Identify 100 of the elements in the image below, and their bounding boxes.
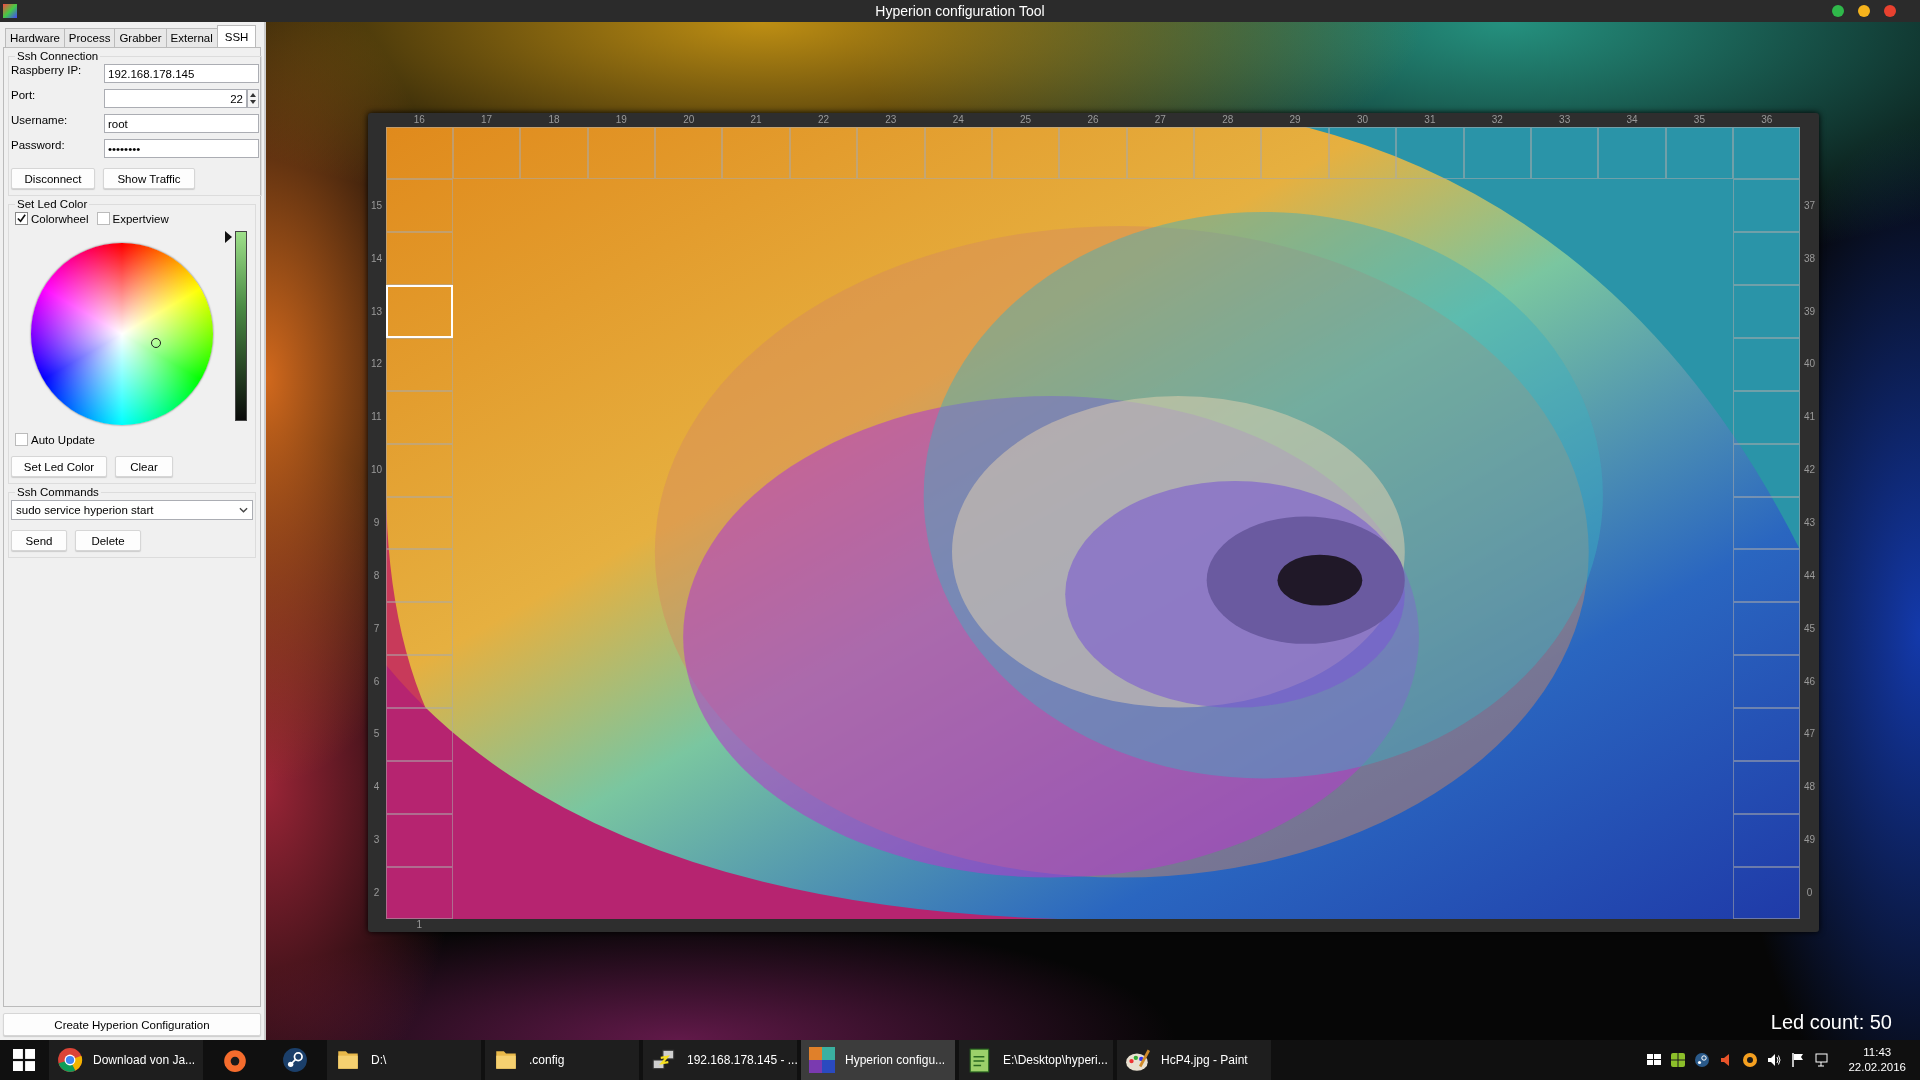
chrome-icon	[57, 1047, 83, 1073]
tab[interactable]: Grabber	[114, 28, 167, 47]
led-zone[interactable]	[385, 602, 453, 656]
tab[interactable]: Process	[63, 28, 116, 47]
led-number: 10	[370, 465, 383, 476]
ring-icon[interactable]	[1742, 1052, 1759, 1068]
led-number: 49	[1803, 835, 1816, 846]
led-number: 19	[615, 114, 627, 125]
led-number: 37	[1803, 200, 1816, 211]
taskbar-item[interactable]: D:\	[327, 1040, 481, 1080]
checkbox[interactable]	[15, 212, 28, 225]
taskbar-item[interactable]: HcP4.jpg - Paint	[1117, 1040, 1271, 1080]
led-number: 11	[371, 412, 382, 423]
steam-icon[interactable]	[1694, 1052, 1711, 1068]
windows-icon[interactable]	[13, 1049, 35, 1071]
led-number: 31	[1424, 114, 1436, 125]
checkbox[interactable]	[15, 433, 28, 446]
minimize-button[interactable]	[1858, 5, 1870, 17]
tab[interactable]: SSH	[216, 25, 257, 47]
led-number: 41	[1803, 412, 1816, 423]
push-button[interactable]: Set Led Color	[11, 456, 107, 477]
led-number: 8	[373, 570, 380, 581]
led-number: 42	[1803, 465, 1816, 476]
push-button[interactable]: Delete	[75, 530, 141, 551]
app-icon	[3, 4, 17, 18]
led-number: 1	[416, 920, 422, 931]
led-number: 32	[1491, 114, 1503, 125]
ring-icon	[222, 1047, 248, 1073]
led-number: 38	[1803, 253, 1816, 264]
create-configuration-button[interactable]: Create Hyperion Configuration	[3, 1013, 261, 1036]
grid-icon[interactable]	[1670, 1052, 1687, 1068]
led-zone[interactable]	[385, 708, 453, 761]
spinner-arrows[interactable]	[247, 89, 259, 108]
group-title: Set Led Color	[16, 198, 89, 210]
led-number: 26	[1087, 114, 1099, 125]
caret-icon	[239, 507, 248, 513]
group-title: Ssh Connection	[16, 50, 100, 62]
led-number: 46	[1803, 676, 1816, 687]
checkbox-label: Auto Update	[31, 433, 95, 446]
field-label: Raspberry IP:	[11, 63, 83, 76]
window-title: Hyperion configuration Tool	[875, 3, 1045, 19]
led-number: 29	[1289, 114, 1301, 125]
led-number: 48	[1803, 782, 1816, 793]
led-number: 35	[1693, 114, 1705, 125]
led-number: 16	[413, 114, 425, 125]
taskbar-item[interactable]: .config	[485, 1040, 639, 1080]
input-field[interactable]: 22	[104, 89, 247, 108]
input-field[interactable]: root	[104, 114, 259, 133]
volume-icon[interactable]	[1766, 1052, 1783, 1068]
led-number: 20	[683, 114, 695, 125]
clock-time: 11:43	[1863, 1045, 1892, 1060]
led-number: 47	[1803, 729, 1816, 740]
push-button[interactable]: Disconnect	[11, 168, 95, 189]
led-number: 28	[1222, 114, 1234, 125]
led-number: 43	[1803, 518, 1816, 528]
led-number: 12	[370, 359, 383, 370]
led-number: 36	[1761, 114, 1773, 125]
led-number: 13	[370, 306, 383, 317]
slider-handle[interactable]	[225, 231, 233, 243]
input-field[interactable]: 192.168.178.145	[104, 64, 259, 83]
network-icon[interactable]	[1814, 1052, 1831, 1068]
checkbox-label: Colorwheel	[31, 212, 89, 225]
led-number: 44	[1803, 570, 1816, 581]
led-number: 30	[1356, 114, 1369, 125]
push-button[interactable]: Send	[11, 530, 67, 551]
led-zone[interactable]	[385, 126, 453, 180]
taskbar-item[interactable]: Download von Ja...	[49, 1040, 203, 1080]
tab[interactable]: External	[165, 28, 218, 47]
input-field[interactable]: ••••••••	[104, 139, 259, 158]
push-button[interactable]: Clear	[115, 456, 173, 477]
windows-icon[interactable]	[1646, 1052, 1663, 1068]
brightness-slider[interactable]	[225, 231, 249, 421]
led-number: 40	[1803, 359, 1816, 370]
maximize-button[interactable]	[1832, 5, 1844, 17]
clock-date: 22.02.2016	[1848, 1060, 1906, 1075]
field-label: Port:	[11, 88, 37, 101]
led-number: 34	[1626, 114, 1638, 125]
led-number: 2	[373, 888, 380, 899]
led-zone[interactable]	[1733, 866, 1801, 920]
taskbar-item[interactable]: Hyperion configu...	[801, 1040, 955, 1080]
palette-icon	[1125, 1047, 1151, 1073]
app-icon	[809, 1047, 835, 1073]
group-title: Ssh Commands	[16, 486, 100, 498]
taskbar-item[interactable]: E:\Desktop\hyperi...	[959, 1040, 1113, 1080]
close-button[interactable]	[1884, 5, 1896, 17]
led-zone[interactable]	[385, 655, 453, 709]
led-number: 17	[481, 114, 493, 125]
checkbox[interactable]	[96, 212, 110, 225]
taskbar-item[interactable]: 192.168.178.145 - ...	[643, 1040, 797, 1080]
led-number: 22	[817, 114, 830, 125]
led-number: 21	[750, 114, 762, 125]
push-button[interactable]: Show Traffic	[103, 168, 195, 189]
command-dropdown[interactable]: sudo service hyperion start	[11, 500, 253, 520]
tab[interactable]: Hardware	[5, 28, 65, 47]
led-number: 6	[373, 676, 380, 687]
led-zone[interactable]	[385, 866, 453, 920]
led-number: 23	[885, 114, 897, 125]
led-zone[interactable]	[1733, 126, 1801, 180]
led-number: 7	[373, 623, 380, 634]
led-zone[interactable]	[385, 549, 453, 603]
